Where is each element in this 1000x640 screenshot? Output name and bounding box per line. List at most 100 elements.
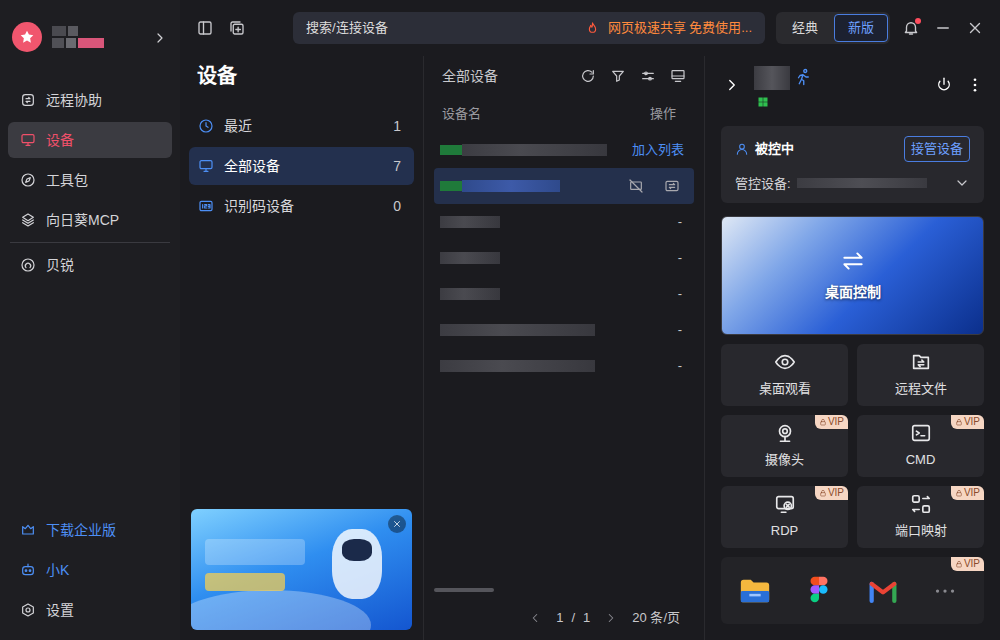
sidebar-item[interactable]: 贝锐 (8, 247, 172, 283)
unread-dot (915, 18, 921, 24)
prev-page-icon[interactable] (528, 611, 542, 625)
port-mapping-icon (910, 493, 932, 515)
remote-files-icon (910, 351, 932, 373)
tile-label: 桌面观看 (759, 379, 811, 399)
device-avatar (754, 66, 790, 108)
filter-icon[interactable] (610, 68, 626, 84)
device-name-blur (440, 144, 607, 156)
vip-badge: VIP (815, 486, 848, 500)
gmail-app-icon[interactable] (866, 574, 900, 608)
sort-icon[interactable] (640, 68, 656, 84)
next-page-icon[interactable] (604, 611, 618, 625)
close-icon[interactable] (966, 19, 984, 37)
apps-tile[interactable]: VIP (721, 557, 984, 624)
view-mode-icon[interactable] (670, 68, 686, 84)
toolbox-icon (20, 172, 36, 188)
no-action: - (678, 212, 684, 232)
account[interactable] (0, 0, 180, 82)
mode-tab[interactable]: 新版 (834, 14, 888, 42)
vip-label: VIP (964, 417, 980, 427)
vip-badge: VIP (951, 415, 984, 429)
tile-label: 摄像头 (765, 450, 804, 470)
feature-tile[interactable]: CMDVIP (857, 415, 984, 477)
search-box[interactable]: 网页极速共享 免费使用... (293, 12, 765, 44)
ad-banner[interactable] (191, 509, 412, 630)
sidebar-footer-item[interactable]: 小K (0, 550, 180, 590)
sidebar: 远程协助设备工具包向日葵MCP 贝锐 下载企业版小K 设置 (0, 0, 180, 640)
figma-app-icon[interactable] (802, 574, 836, 608)
device-row[interactable]: - (434, 348, 694, 384)
sidebar-item[interactable]: 工具包 (8, 162, 172, 198)
feature-tile[interactable]: 端口映射 VIP (857, 486, 984, 548)
avatar[interactable] (12, 22, 42, 52)
more-menu-icon[interactable] (966, 76, 984, 94)
category-item[interactable]: 全部设备 7 (189, 147, 414, 185)
feature-tile[interactable]: 远程文件 (857, 344, 984, 406)
device-row[interactable]: - (434, 276, 694, 312)
file-transfer-icon[interactable] (664, 178, 680, 194)
feature-tile[interactable]: RDPVIP (721, 486, 848, 548)
column-header: 操作 (650, 104, 676, 124)
vip-label: VIP (964, 488, 980, 498)
device-row[interactable]: - (434, 312, 694, 348)
tile-label: 端口映射 (895, 521, 947, 541)
device-name-blur (440, 180, 560, 192)
sidebar-toggle-icon[interactable] (196, 19, 214, 37)
new-window-icon[interactable] (228, 19, 246, 37)
privacy-screen-icon[interactable] (628, 178, 644, 194)
sidebar-footer-item[interactable]: 下载企业版 (0, 510, 180, 550)
expand-icon[interactable] (954, 175, 970, 191)
pagination: 1 / 1 20 条/页 (424, 596, 704, 640)
feature-tile[interactable]: 桌面观看 (721, 344, 848, 406)
device-panel: 被控中 接管设备 管控设备: 桌面控制 桌面观看远程文件摄像头VIPCMDVIP… (705, 56, 1000, 640)
refresh-icon[interactable] (580, 68, 596, 84)
mode-tab[interactable]: 经典 (778, 14, 832, 42)
minimize-icon[interactable] (934, 19, 952, 37)
sidebar-item[interactable]: 远程协助 (8, 82, 172, 118)
promo-link[interactable]: 网页极速共享 免费使用... (608, 18, 752, 38)
folder-app-icon[interactable] (738, 574, 772, 608)
sidebar-item[interactable]: 设备 (8, 122, 172, 158)
category-count: 7 (393, 156, 405, 176)
takeover-button[interactable]: 接管设备 (904, 136, 970, 162)
bell-button[interactable] (902, 19, 920, 37)
chevron-right-icon[interactable] (152, 30, 168, 46)
sidebar-label: 远程协助 (46, 90, 102, 110)
cmd-icon (910, 422, 932, 444)
no-action: - (678, 284, 684, 304)
close-icon (392, 519, 402, 529)
no-action: - (678, 320, 684, 340)
feature-tile[interactable]: 摄像头VIP (721, 415, 848, 477)
device-row[interactable]: - (434, 204, 694, 240)
device-row[interactable]: - (434, 240, 694, 276)
sidebar-item[interactable]: 向日葵MCP (8, 202, 172, 238)
desktop-control-tile[interactable]: 桌面控制 (721, 216, 984, 335)
device-row[interactable] (434, 168, 694, 204)
lock-icon (819, 489, 827, 497)
footer-label: 设置 (46, 600, 74, 620)
no-action: - (678, 248, 684, 268)
footer-label: 小K (46, 560, 69, 580)
row-actions: - (678, 212, 684, 232)
row-actions: 加入列表 (632, 140, 684, 160)
device-row[interactable]: 加入列表 (434, 132, 694, 168)
panel-title: 设备 (180, 56, 423, 96)
sidebar-footer-item[interactable]: 设置 (0, 590, 180, 630)
scrollbar[interactable] (434, 588, 494, 592)
ad-close-button[interactable] (388, 515, 406, 533)
category-item[interactable]: 最近1 (189, 107, 414, 145)
category-label: 全部设备 (224, 156, 280, 176)
device-icon (20, 132, 36, 148)
list-title: 全部设备 (442, 66, 498, 86)
search-input[interactable] (306, 18, 577, 38)
collapse-panel-icon[interactable] (723, 76, 741, 94)
power-icon[interactable] (935, 76, 953, 94)
row-actions: - (678, 356, 684, 376)
category-item[interactable]: 识别码设备0 (189, 187, 414, 225)
page-size-select[interactable]: 20 条/页 (632, 608, 680, 628)
vip-label: VIP (964, 559, 980, 569)
add-to-list-link[interactable]: 加入列表 (632, 140, 684, 160)
tile-label: 远程文件 (895, 379, 947, 399)
vip-label: VIP (828, 488, 844, 498)
more-apps-icon[interactable] (930, 576, 960, 606)
